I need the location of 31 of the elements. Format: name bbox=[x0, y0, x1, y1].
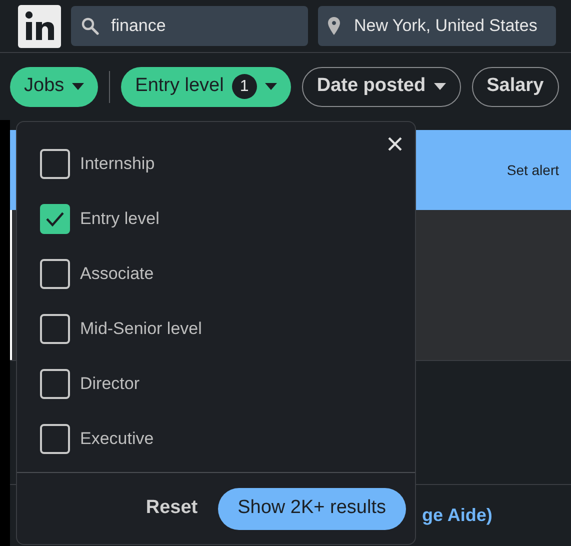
option-label: Mid-Senior level bbox=[80, 318, 202, 340]
filter-pill[interactable]: Salary bbox=[472, 66, 559, 106]
caret-icon bbox=[264, 83, 277, 90]
count-badge: 1 bbox=[232, 74, 257, 99]
filter-pill[interactable]: Entry level 1 bbox=[121, 66, 291, 106]
checkmark-icon bbox=[45, 211, 65, 227]
option-label: Associate bbox=[80, 263, 154, 286]
location-field[interactable]: New York, United States bbox=[318, 6, 556, 46]
option-label: Entry level bbox=[80, 208, 160, 230]
checkbox[interactable] bbox=[40, 424, 70, 454]
checkbox[interactable] bbox=[40, 149, 70, 179]
set-alert-label[interactable]: Set alert bbox=[506, 160, 559, 180]
option-label: Internship bbox=[80, 153, 155, 176]
search-icon bbox=[81, 17, 99, 35]
option-label: Director bbox=[80, 373, 140, 396]
show-results-button[interactable]: Show 2K+ results bbox=[218, 488, 406, 530]
location-pin-icon bbox=[328, 17, 340, 35]
reset-button[interactable]: Reset bbox=[146, 494, 198, 523]
job-link[interactable]: ge Aide) bbox=[422, 502, 492, 529]
option-label: Executive bbox=[80, 428, 154, 450]
caret-icon bbox=[434, 83, 446, 90]
checkbox[interactable] bbox=[40, 204, 70, 234]
close-icon[interactable] bbox=[387, 136, 403, 152]
logo-icon[interactable] bbox=[18, 4, 61, 48]
caret-icon bbox=[72, 83, 84, 90]
filter-pill[interactable]: Jobs bbox=[10, 66, 98, 106]
checkbox[interactable] bbox=[40, 314, 70, 344]
search-field[interactable]: finance bbox=[71, 6, 308, 46]
checkbox[interactable] bbox=[40, 259, 70, 289]
filter-pill[interactable]: Date posted bbox=[302, 66, 461, 106]
checkbox[interactable] bbox=[40, 369, 70, 399]
